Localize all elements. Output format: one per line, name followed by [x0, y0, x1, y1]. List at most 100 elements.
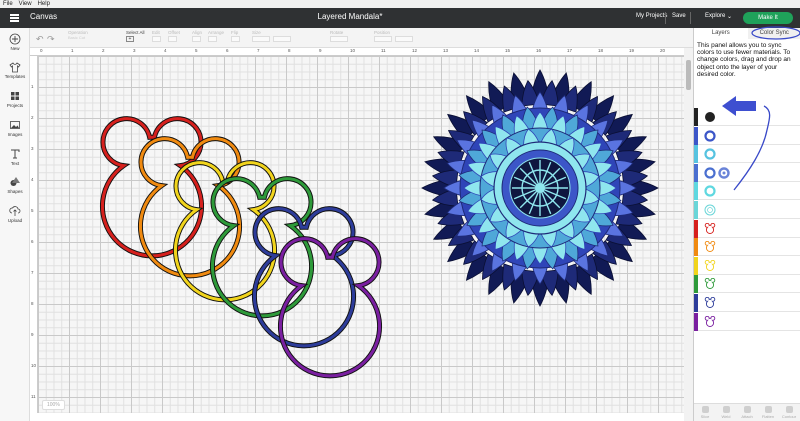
tab-color-sync[interactable]: Color Sync	[747, 28, 800, 39]
weld-icon	[722, 406, 730, 413]
menu-help[interactable]: Help	[38, 0, 50, 8]
color-sync-row[interactable]	[694, 275, 800, 294]
align-button[interactable]: Align	[192, 30, 202, 42]
shapes-icon	[10, 177, 20, 186]
sidebar-item-new[interactable]: New	[0, 33, 30, 51]
ruler-tick-label: 12	[412, 48, 418, 53]
my-projects-link[interactable]: My Projects	[636, 13, 667, 19]
arrange-button[interactable]: Arrange	[208, 30, 224, 42]
mickey-outline[interactable]	[102, 119, 201, 256]
layer-thumbnail[interactable]	[704, 222, 716, 235]
height-field[interactable]	[273, 36, 291, 42]
color-sync-row[interactable]	[694, 238, 800, 257]
zoom-control[interactable]: 100%	[42, 400, 65, 410]
header-bar: Canvas Layered Mandala* My Projects Save…	[0, 8, 800, 28]
color-sync-row[interactable]	[694, 312, 800, 331]
ruler-tick-label: 4	[164, 48, 167, 53]
color-sync-panel: Layers Color Sync This panel allows you …	[693, 28, 800, 421]
contour-icon	[785, 406, 793, 413]
layer-thumbnail[interactable]	[704, 167, 716, 179]
chevron-down-icon[interactable]: ⌄	[727, 13, 732, 20]
redo-icon[interactable]: ↷	[47, 34, 55, 45]
color-sync-row[interactable]	[694, 294, 800, 312]
sidebar-item-projects[interactable]: Projects	[0, 90, 30, 108]
ruler-tick-label: 8	[31, 301, 34, 306]
color-sync-row[interactable]	[694, 126, 800, 145]
design-canvas[interactable]	[38, 56, 684, 413]
ruler-vertical: 1 2 3 4 5 6 7 8 9 10 11	[30, 56, 38, 413]
position-controls[interactable]: Position	[374, 30, 413, 42]
slice-label: Slice	[700, 414, 710, 419]
ruler-tick-label: 9	[31, 332, 34, 337]
scrollbar-thumb[interactable]	[686, 60, 691, 90]
layer-thumbnail[interactable]	[704, 129, 716, 142]
select-all-button[interactable]: Select All +	[126, 30, 145, 42]
ruler-tick-label: 10	[31, 363, 37, 368]
color-sync-row[interactable]	[694, 182, 800, 201]
tab-layers[interactable]: Layers	[694, 28, 748, 39]
flatten-button[interactable]: Flatten	[759, 406, 777, 419]
rotate-field[interactable]	[330, 36, 348, 42]
ruler-tick-label: 16	[536, 48, 542, 53]
width-field[interactable]	[252, 36, 270, 42]
edit-icon	[152, 36, 161, 42]
weld-label: Weld	[721, 414, 731, 419]
rotate-control[interactable]: Rotate	[330, 30, 348, 42]
mickey-head-stack[interactable]	[102, 119, 379, 376]
save-button[interactable]: Save	[672, 13, 686, 19]
menu-view[interactable]: View	[19, 0, 32, 8]
sidebar-item-templates[interactable]: Templates	[0, 61, 30, 79]
sidebar-item-label: Upload	[7, 218, 23, 223]
x-field[interactable]	[374, 36, 392, 42]
color-sync-row[interactable]	[694, 201, 800, 219]
offset-button[interactable]: Offset	[168, 30, 180, 42]
sidebar-item-label: Projects	[6, 103, 24, 108]
sidebar-item-upload[interactable]: Upload	[0, 205, 30, 223]
ruler-tick-label: 10	[350, 48, 356, 53]
slice-button[interactable]: Slice	[696, 406, 714, 419]
layer-thumbnail[interactable]	[704, 259, 716, 272]
menu-file[interactable]: File	[3, 0, 13, 8]
layer-thumbnail[interactable]	[704, 278, 716, 290]
color-sync-row[interactable]	[694, 108, 800, 126]
color-swatch	[694, 163, 698, 182]
layered-mandala[interactable]	[421, 69, 659, 307]
color-sync-row[interactable]	[694, 145, 800, 164]
ruler-tick-label: 4	[31, 177, 34, 182]
color-sync-row[interactable]	[694, 256, 800, 275]
ruler-tick-label: 2	[31, 115, 34, 120]
edit-button[interactable]: Edit	[152, 30, 161, 42]
layer-thumbnail[interactable]	[704, 204, 716, 216]
undo-icon[interactable]: ↶	[36, 34, 44, 45]
color-sync-row[interactable]	[694, 219, 800, 238]
size-controls[interactable]: Size	[252, 30, 291, 42]
sidebar-item-text[interactable]: Text	[0, 148, 30, 166]
canvas-scrollbar[interactable]	[684, 48, 693, 421]
attach-button[interactable]: Attach	[738, 406, 756, 419]
y-field[interactable]	[395, 36, 413, 42]
mickey-outline[interactable]	[280, 239, 379, 376]
layer-thumbnail[interactable]	[704, 148, 716, 160]
layer-thumbnail[interactable]	[704, 315, 716, 328]
ruler-tick-label: 20	[660, 48, 666, 53]
sidebar-item-label: Templates	[4, 74, 26, 79]
sidebar-item-images[interactable]: Images	[0, 119, 30, 137]
weld-button[interactable]: Weld	[717, 406, 735, 419]
arrange-icon	[208, 36, 217, 42]
flip-label: Flip	[231, 30, 239, 35]
make-it-button[interactable]: Make It	[743, 12, 793, 24]
layer-thumbnail[interactable]	[704, 111, 716, 123]
flip-button[interactable]: Flip	[231, 30, 240, 42]
operation-dropdown[interactable]: Operation Basic Cut	[68, 30, 88, 40]
contour-button[interactable]: Contour	[780, 406, 798, 419]
layer-thumbnail[interactable]	[704, 185, 716, 197]
ruler-tick-label: 13	[443, 48, 449, 53]
explore-dropdown[interactable]: Explore	[705, 13, 725, 19]
layer-thumbnail[interactable]	[704, 241, 716, 253]
sidebar-item-shapes[interactable]: Shapes	[0, 176, 30, 194]
color-sync-row[interactable]	[694, 163, 800, 182]
color-swatch	[694, 201, 698, 219]
layer-thumbnail[interactable]	[718, 167, 730, 179]
layer-thumbnail[interactable]	[704, 297, 716, 309]
document-title: Layered Mandala*	[317, 12, 383, 21]
